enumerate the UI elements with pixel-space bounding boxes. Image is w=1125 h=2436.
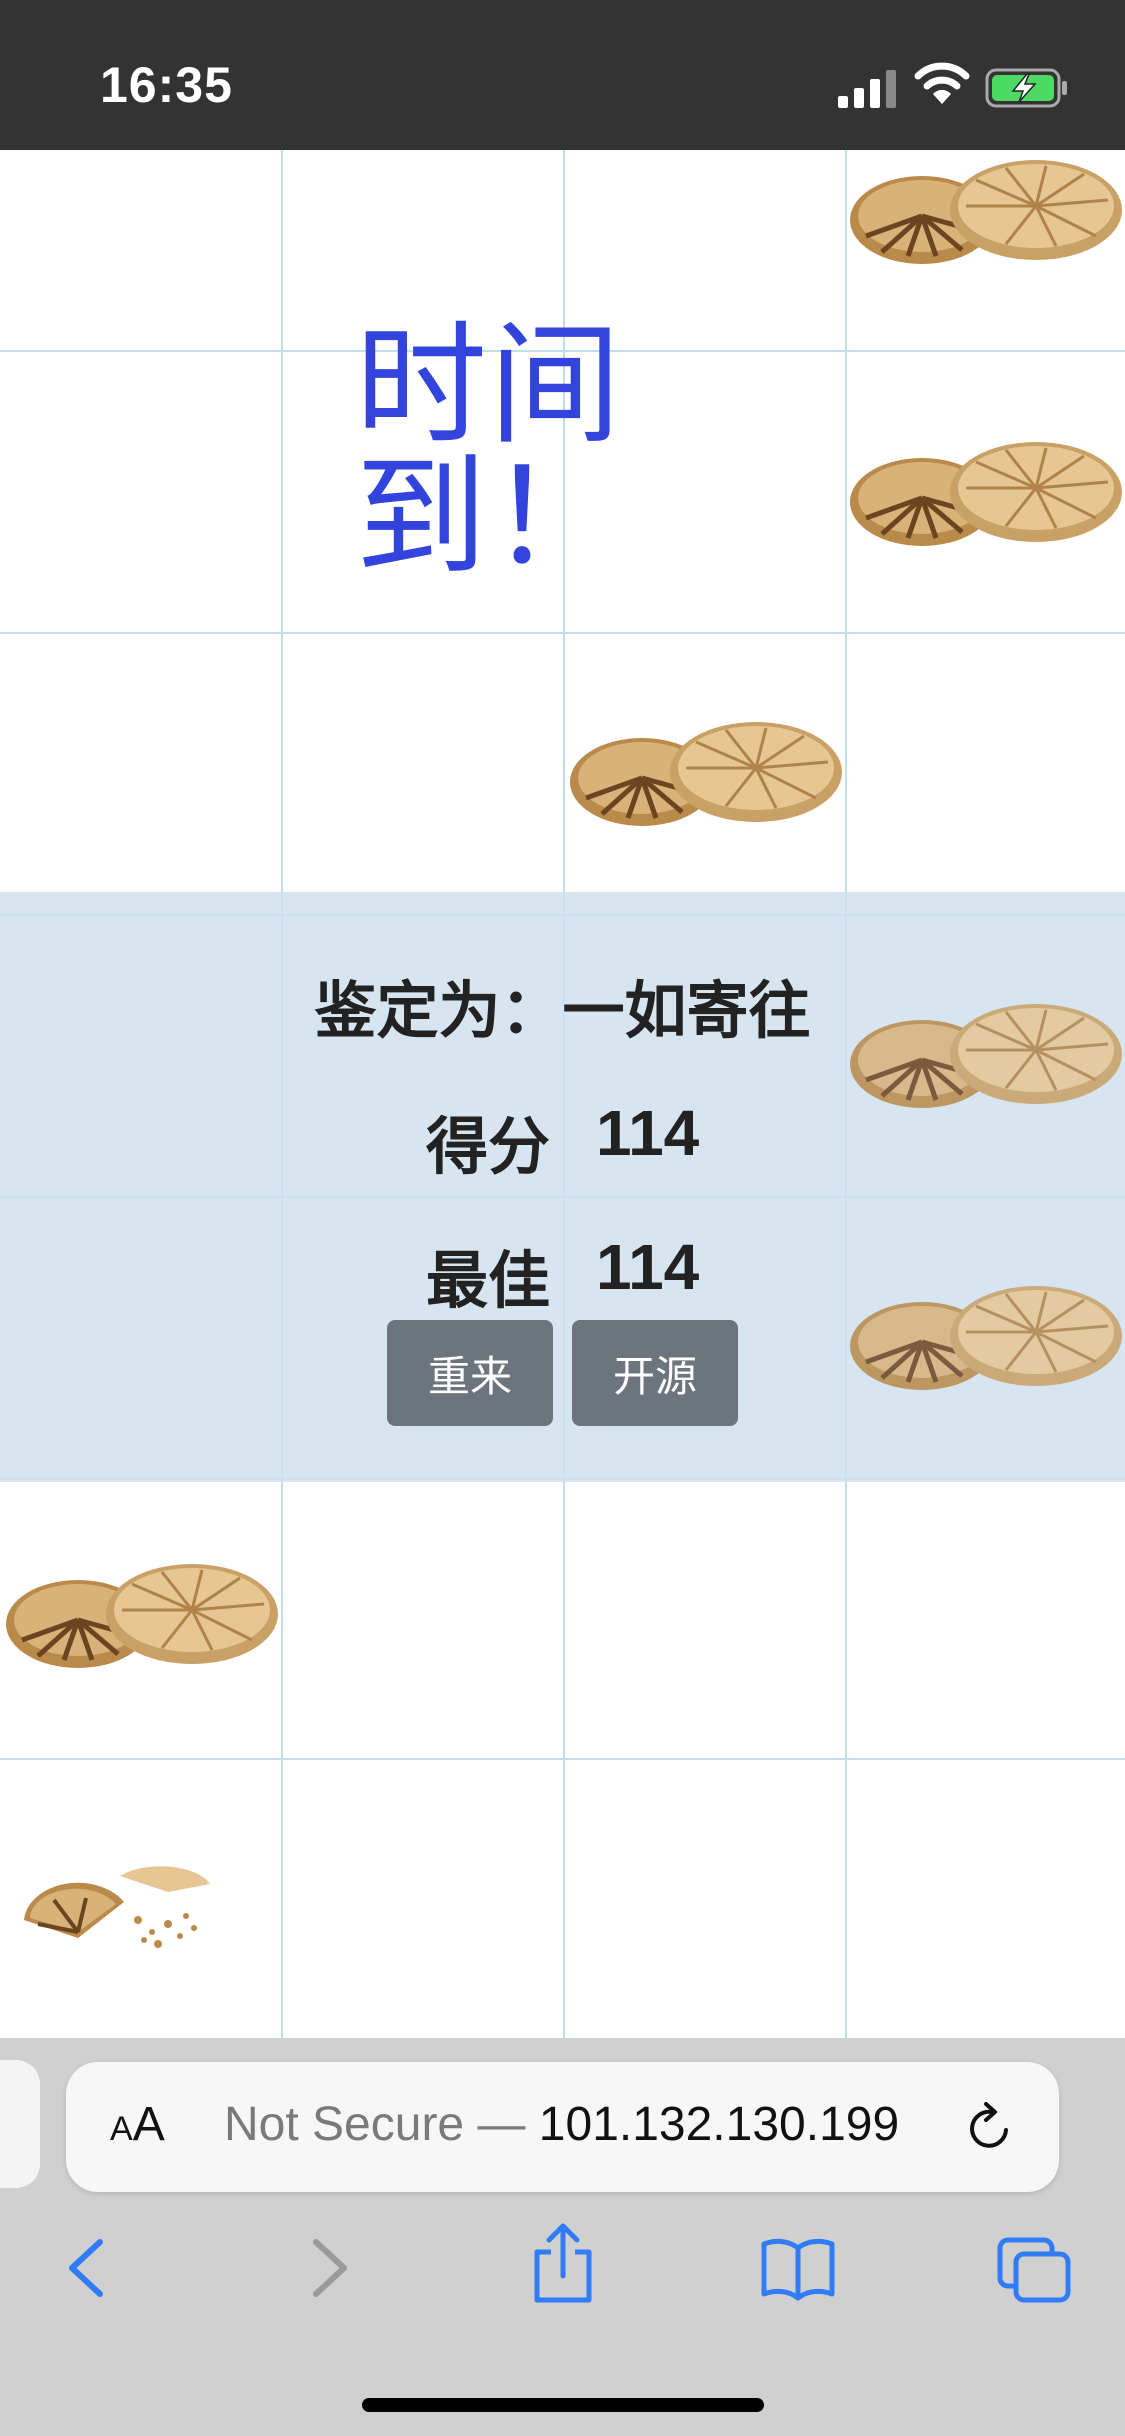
- back-icon[interactable]: [52, 2228, 122, 2308]
- url-security-label: Not Secure —: [224, 2098, 526, 2151]
- verdict-value: 一如寄往: [562, 974, 811, 1047]
- bookmarks-icon[interactable]: [760, 2228, 836, 2308]
- battery-charging-icon: [985, 68, 1067, 108]
- best-value: 114: [596, 1231, 700, 1303]
- aa-large-glyph: A: [132, 2098, 165, 2151]
- verdict: 鉴定为：一如寄往: [0, 960, 1125, 1050]
- tabs-icon[interactable]: [996, 2228, 1072, 2308]
- aa-small-glyph: A: [110, 2110, 133, 2148]
- score-label: 得分: [425, 1110, 550, 1183]
- score-row: 得分 114: [0, 1096, 1125, 1183]
- score-value: 114: [596, 1097, 700, 1169]
- game-board[interactable]: 时间到！ 鉴定为：一如寄往 得分 114 最佳 114 重来 开源: [0, 150, 1125, 2038]
- share-icon[interactable]: [527, 2222, 599, 2306]
- restart-button[interactable]: 重来: [387, 1320, 553, 1426]
- grid-line: [0, 1758, 1125, 1760]
- forward-icon: [313, 2239, 347, 2297]
- verdict-label: 鉴定为：: [314, 974, 563, 1047]
- wifi-icon: [914, 62, 970, 104]
- status-bar: 16:35: [0, 0, 1125, 150]
- cookie-icon[interactable]: [846, 156, 1125, 276]
- crumbs-icon: [24, 1866, 210, 1948]
- open-source-button[interactable]: 开源: [572, 1320, 738, 1426]
- status-time: 16:35: [100, 57, 233, 113]
- url-host: 101.132.130.199: [538, 2098, 900, 2151]
- cellular-signal-icon: [838, 70, 896, 108]
- url-display[interactable]: Not Secure — 101.132.130.199: [224, 2097, 899, 2152]
- cookie-icon[interactable]: [2, 1560, 282, 1680]
- best-row: 最佳 114: [0, 1230, 1125, 1317]
- time-up-title: 时间到！: [355, 309, 623, 595]
- cookie-icon[interactable]: [566, 718, 846, 838]
- home-indicator[interactable]: [362, 2398, 764, 2412]
- previous-tab-peek[interactable]: [0, 2060, 40, 2188]
- best-label: 最佳: [425, 1244, 550, 1317]
- grid-line: [0, 632, 1125, 634]
- cookie-icon[interactable]: [846, 438, 1125, 558]
- page-settings-button[interactable]: AA: [110, 2097, 165, 2152]
- reload-icon[interactable]: [962, 2100, 1018, 2156]
